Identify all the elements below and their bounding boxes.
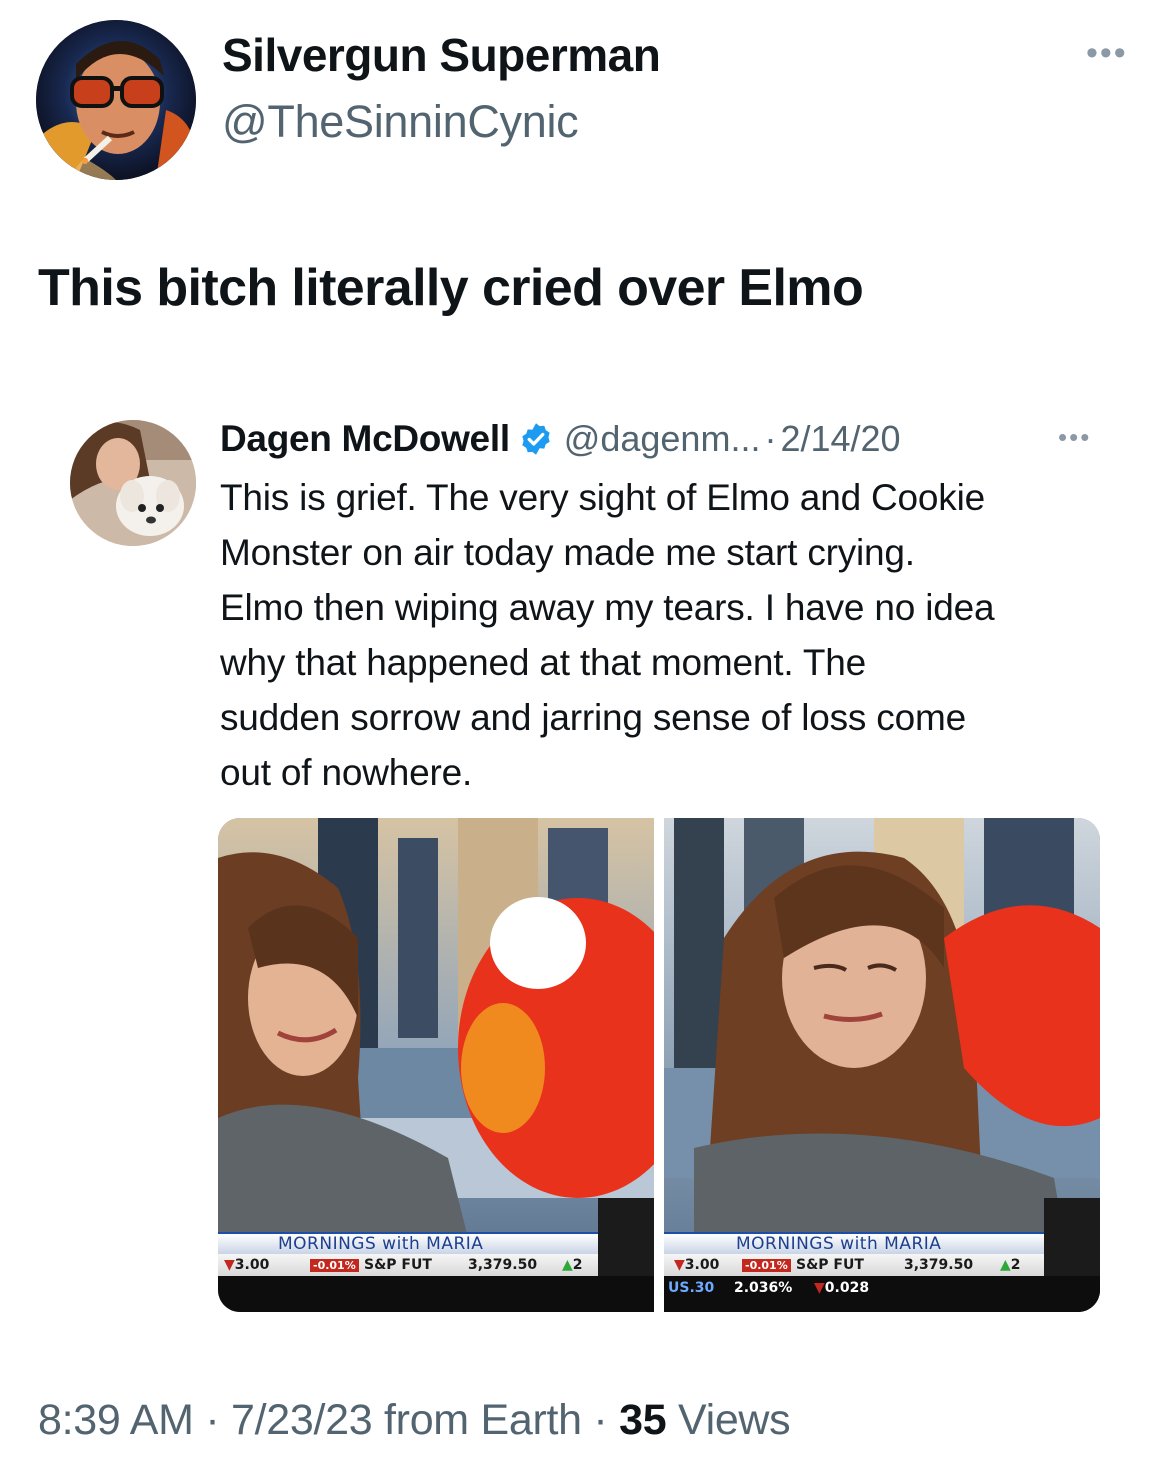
- quoted-avatar-image: [70, 420, 196, 546]
- views-label: Views: [666, 1396, 791, 1444]
- up-arrow-icon: ▲: [562, 1257, 573, 1273]
- ticker-change: -0.01%: [310, 1257, 359, 1273]
- ticker-value-text: 3.00: [684, 1257, 720, 1273]
- ticker-change: -0.01%: [742, 1257, 791, 1273]
- tweet-text: This bitch literally cried over Elmo: [38, 259, 864, 317]
- author-avatar[interactable]: [36, 20, 196, 180]
- dot-separator: ·: [764, 418, 777, 459]
- up-arrow-icon: ▲: [1000, 1257, 1011, 1273]
- more-options-icon[interactable]: •••: [1086, 34, 1128, 73]
- quoted-author-avatar[interactable]: [70, 420, 196, 546]
- quoted-tweet-text: This is grief. The very sight of Elmo an…: [220, 470, 1120, 800]
- bond-change: ▼0.028: [814, 1280, 869, 1296]
- meta-separator: ·: [193, 1396, 231, 1444]
- ticker-change-text: -0.01%: [310, 1259, 359, 1272]
- bond-yield: 2.036%: [734, 1280, 793, 1296]
- ticker-delta-text: 2: [572, 1257, 583, 1273]
- verified-badge-icon: [522, 423, 550, 455]
- ticker-delta: ▲2: [1000, 1257, 1021, 1273]
- media-image-2[interactable]: MORNINGS with MARIA ▼3.00 -0.01% S&P FUT…: [664, 818, 1100, 1312]
- views-count[interactable]: 35: [619, 1396, 667, 1444]
- quoted-text-line: sudden sorrow and jarring sense of loss …: [220, 697, 966, 738]
- news-ticker: MORNINGS with MARIA ▼3.00 -0.01% S&P FUT…: [218, 1232, 654, 1312]
- ticker-symbol: S&P FUT: [364, 1257, 432, 1273]
- ticker-value-text: 3.00: [234, 1257, 270, 1273]
- quoted-text-line: This is grief. The very sight of Elmo an…: [220, 477, 985, 518]
- ticker-symbol: S&P FUT: [796, 1257, 864, 1273]
- quoted-text-line: Monster on air today made me start cryin…: [220, 532, 915, 573]
- quoted-author-handle[interactable]: @dagenm...: [564, 418, 761, 460]
- down-arrow-icon: ▼: [224, 1257, 235, 1273]
- down-arrow-icon: ▼: [674, 1257, 685, 1273]
- author-handle[interactable]: @TheSinninCynic: [222, 96, 579, 148]
- show-title: MORNINGS with MARIA: [278, 1234, 484, 1254]
- quoted-more-options-icon[interactable]: •••: [1058, 422, 1091, 453]
- tweet-time[interactable]: 8:39 AM: [38, 1396, 194, 1444]
- ticker-bottom-bar: [664, 1276, 1100, 1312]
- quoted-text-line: why that happened at that moment. The: [220, 642, 867, 683]
- quoted-media-grid: MORNINGS with MARIA ▼3.00 -0.01% S&P FUT…: [218, 818, 1100, 1312]
- ticker-value: ▼3.00: [674, 1257, 719, 1273]
- ticker-bottom-bar: [218, 1276, 654, 1312]
- bond-symbol: US.30: [668, 1280, 715, 1296]
- quoted-text-line: out of nowhere.: [220, 752, 473, 793]
- quoted-text-line: Elmo then wiping away my tears. I have n…: [220, 587, 995, 628]
- media-image-1[interactable]: MORNINGS with MARIA ▼3.00 -0.01% S&P FUT…: [218, 818, 654, 1312]
- bond-change-text: 0.028: [824, 1280, 870, 1296]
- author-name[interactable]: Silvergun Superman: [222, 28, 661, 82]
- down-arrow-icon: ▼: [814, 1280, 825, 1296]
- tweet-meta-footer: 8:39 AM · 7/23/23 from Earth · 35 Views: [38, 1396, 791, 1445]
- ticker-change-text: -0.01%: [742, 1259, 791, 1272]
- meta-separator: ·: [581, 1396, 620, 1444]
- show-title: MORNINGS with MARIA: [736, 1234, 942, 1254]
- news-ticker: MORNINGS with MARIA ▼3.00 -0.01% S&P FUT…: [664, 1232, 1100, 1312]
- ticker-value: ▼3.00: [224, 1257, 269, 1273]
- ticker-delta-text: 2: [1010, 1257, 1021, 1273]
- ticker-delta: ▲2: [562, 1257, 583, 1273]
- quoted-tweet-header: Dagen McDowell @dagenm... · 2/14/20: [220, 418, 901, 460]
- ticker-price: 3,379.50: [468, 1257, 538, 1273]
- ticker-price: 3,379.50: [904, 1257, 974, 1273]
- quoted-author-name[interactable]: Dagen McDowell: [220, 418, 510, 460]
- tweet-source: from Earth: [372, 1396, 582, 1444]
- tweet-date[interactable]: 7/23/23: [231, 1396, 373, 1444]
- author-avatar-image: [36, 20, 196, 180]
- quoted-tweet-date[interactable]: 2/14/20: [780, 418, 900, 460]
